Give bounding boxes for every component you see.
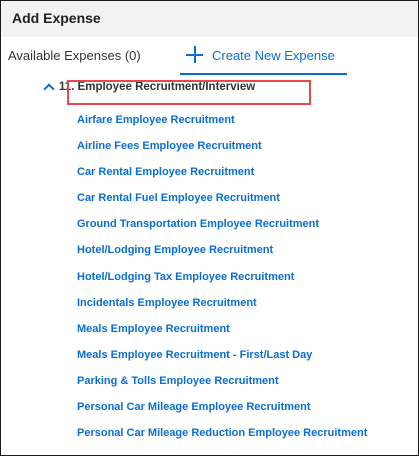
expense-type-link[interactable]: Meals Employee Recruitment [1,316,418,342]
expense-type-list: Airfare Employee Recruitment Airline Fee… [1,107,418,446]
panel-title: Add Expense [12,10,101,26]
add-expense-panel: Add Expense Available Expenses (0) Creat… [0,0,419,456]
expense-type-link[interactable]: Hotel/Lodging Employee Recruitment [1,237,418,263]
expense-type-link[interactable]: Car Rental Employee Recruitment [1,159,418,185]
plus-icon [185,45,205,65]
tab-create-label: Create New Expense [212,48,335,63]
expense-type-link[interactable]: Incidentals Employee Recruitment [1,290,418,316]
tab-create-new-expense[interactable]: Create New Expense [180,37,347,75]
expense-type-link[interactable]: Airfare Employee Recruitment [1,107,418,133]
expense-tabs: Available Expenses (0) Create New Expens… [1,37,418,75]
expense-type-link[interactable]: Meals Employee Recruitment - First/Last … [1,342,418,368]
tab-available-expenses[interactable]: Available Expenses (0) [8,48,141,63]
expense-type-link[interactable]: Personal Car Mileage Employee Recruitmen… [1,394,418,420]
chevron-up-icon[interactable] [43,83,55,95]
expense-type-link[interactable]: Parking & Tolls Employee Recruitment [1,368,418,394]
expense-type-link[interactable]: Car Rental Fuel Employee Recruitment [1,185,418,211]
annotation-highlight-box [67,80,311,105]
expense-type-link[interactable]: Ground Transportation Employee Recruitme… [1,211,418,237]
expense-type-link[interactable]: Personal Car Mileage Reduction Employee … [1,420,418,446]
panel-header: Add Expense [1,1,418,37]
expense-type-link[interactable]: Airline Fees Employee Recruitment [1,133,418,159]
expense-type-link[interactable]: Hotel/Lodging Tax Employee Recruitment [1,264,418,290]
